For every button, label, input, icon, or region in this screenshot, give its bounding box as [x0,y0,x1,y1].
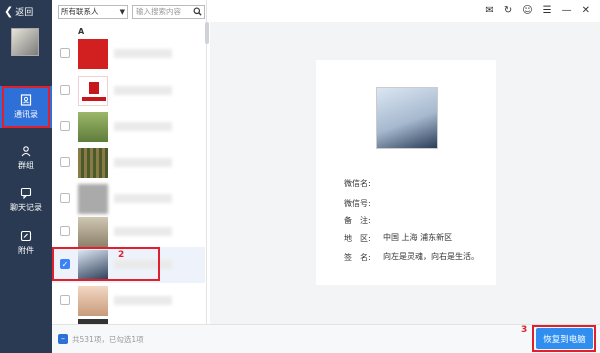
group-icon [21,146,31,157]
contact-avatar [78,217,108,247]
recover-to-computer-button[interactable]: 恢复到电脑 [536,328,593,349]
contact-filter-select[interactable]: 所有联系人 ▼ [58,5,128,19]
contact-avatar [78,250,108,280]
row-checkbox[interactable] [60,295,70,305]
select-all-checkbox[interactable]: – [58,334,68,344]
contact-avatar [78,184,108,214]
contact-name-blurred [114,122,172,131]
contact-name-blurred [114,260,172,269]
list-scrollbar[interactable] [205,22,209,44]
contact-name-blurred [114,227,172,236]
menu-icon[interactable]: ☰ [543,5,552,16]
sidebar-item-attachments[interactable]: 附件 [0,222,52,264]
wechat-name-label: 微信名: [344,179,371,188]
sidebar-item-chat-history[interactable]: 聊天记录 [0,179,52,221]
contact-name-blurred [114,296,172,305]
contacts-icon [20,94,32,106]
close-icon[interactable]: ✕ [582,5,590,16]
list-item-selected[interactable]: ✓ [52,247,205,283]
row-checkbox[interactable] [60,48,70,58]
annotation-number-3: 3 [521,325,528,335]
list-item[interactable] [52,145,205,181]
sidebar-item-label: 通讯录 [14,110,38,119]
user-icon[interactable]: ☺ [522,5,532,16]
signature-label: 签 名: [344,253,371,262]
contact-name-blurred [114,158,172,167]
region-value: 中国 上海 浦东新区 [383,233,453,242]
sidebar-item-label: 群组 [18,161,34,170]
contact-avatar [78,148,108,178]
row-checkbox[interactable] [60,85,70,95]
list-item[interactable] [52,214,205,250]
row-checkbox[interactable]: ✓ [60,259,70,269]
selection-count: 共531项，已勾选1项 [72,335,144,344]
search-input[interactable]: 输入搜索内容 [132,5,205,19]
sidebar-item-label: 附件 [18,246,34,255]
search-placeholder: 输入搜索内容 [136,7,181,16]
sidebar-item-groups[interactable]: 群组 [0,137,52,179]
contact-name-blurred [114,49,172,58]
mail-icon[interactable]: ✉ [485,5,493,16]
chevron-down-icon: ▼ [119,8,125,16]
contact-avatar [78,39,108,69]
region-label: 地 区: [344,234,371,243]
contact-name-blurred [114,86,172,95]
list-item[interactable] [52,316,205,324]
sidebar-item-label: 聊天记录 [10,203,42,212]
annotation-number-2: 2 [118,250,125,260]
chevron-left-icon: ❮ [4,5,14,18]
attachment-icon [20,230,32,242]
list-item[interactable] [52,283,205,319]
list-item[interactable] [52,73,205,109]
row-checkbox[interactable] [60,121,70,131]
row-checkbox[interactable] [60,157,70,167]
back-label: 返回 [15,8,34,18]
contact-avatar [78,112,108,142]
row-checkbox[interactable] [60,226,70,236]
remark-label: 备 注: [344,216,371,225]
window-toolbar: ✉ ↻ ☺ ☰ — ✕ [485,5,590,16]
row-checkbox[interactable] [60,193,70,203]
minimize-icon[interactable]: — [562,5,572,16]
contact-avatar [78,76,108,106]
search-icon[interactable] [193,7,202,16]
refresh-icon[interactable]: ↻ [504,5,512,16]
contact-avatar [78,286,108,316]
list-item[interactable] [52,181,205,217]
back-button[interactable]: ❮ 返回 [4,5,33,18]
contact-photo [376,87,438,149]
wechat-id-label: 微信号: [344,199,371,208]
avatar [11,28,39,56]
recover-button-label: 恢复到电脑 [543,334,586,345]
list-item[interactable] [52,36,205,72]
select-value: 所有联系人 [61,7,99,16]
list-item[interactable] [52,109,205,145]
sidebar-item-contacts[interactable]: 通讯录 [0,86,52,128]
signature-value: 向左是灵魂，向右是生活。 [383,252,479,261]
section-letter: A [78,27,85,36]
chat-icon [20,187,32,199]
contact-name-blurred [114,194,172,203]
